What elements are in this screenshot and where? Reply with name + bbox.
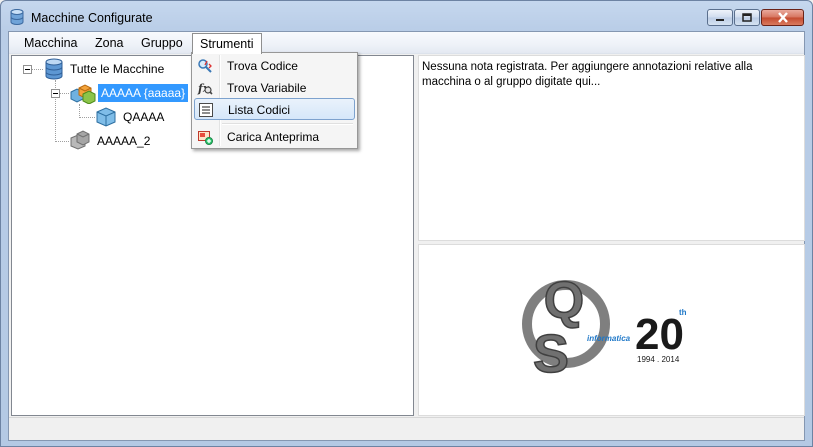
menu-strumenti[interactable]: Strumenti [192,33,262,54]
logo-panel: Q S informatica 20 th 1994 . 2014 [418,244,805,416]
load-preview-icon [198,131,213,145]
tree-qaaaa-label: QAAAA [123,110,165,124]
tree-root-label: Tutte le Macchine [70,62,165,76]
menu-item-trova-codice[interactable]: Trova Codice [194,55,355,77]
maximize-button[interactable] [734,9,760,26]
trova-variabile-label: Trova Variabile [227,81,307,95]
notes-textarea[interactable]: Nessuna nota registrata. Per aggiungere … [418,55,805,241]
strumenti-dropdown: Trova Codice fx Trova Variabile Lista Co… [191,52,358,149]
close-icon [777,12,788,23]
menu-item-trova-variabile[interactable]: fx Trova Variabile [194,77,355,99]
collapse-group-toggle[interactable] [51,89,60,98]
client-area: Macchina Zona Gruppo Strumenti Tutte le … [8,31,805,441]
app-window: Macchine Configurate Macchina Zona Grupp… [0,0,813,447]
logo-suffix: th [679,308,687,317]
logo-brand: informatica [587,334,631,343]
tree-node-qaaaa[interactable]: QAAAA [95,107,167,127]
logo-years: 1994 . 2014 [637,355,680,364]
collapse-root-toggle[interactable] [23,65,32,74]
machine-gray-icon [70,130,90,150]
menu-bar: Macchina Zona Gruppo Strumenti [9,32,804,54]
status-bar [9,417,804,440]
menu-item-lista-codici[interactable]: Lista Codici [194,98,355,120]
minimize-button[interactable] [707,9,733,26]
svg-text:Q: Q [544,272,584,330]
window-title: Macchine Configurate [31,11,153,25]
list-icon [199,103,213,117]
menu-separator [222,123,353,125]
menu-item-carica-anteprima[interactable]: Carica Anteprima [194,126,355,148]
tree-group-label: AAAAA {aaaaa} [98,84,189,102]
logo-anniversary: 20 [635,310,684,359]
notes-text: Nessuna nota registrata. Per aggiungere … [422,61,753,88]
sq-informatica-logo: Q S informatica 20 th 1994 . 2014 [522,271,687,385]
trova-codice-label: Trova Codice [227,59,298,73]
title-bar[interactable]: Macchine Configurate [1,1,812,31]
tree-aaaaa2-label: AAAAA_2 [97,134,151,148]
svg-text:S: S [533,324,569,384]
carica-anteprima-label: Carica Anteprima [227,130,320,144]
menu-zona[interactable]: Zona [88,34,131,52]
lista-codici-label: Lista Codici [228,103,291,117]
minimize-icon [716,18,724,21]
tree-node-group[interactable]: AAAAA {aaaaa} [69,83,189,104]
database-icon [10,9,24,25]
tree-node-root[interactable]: Tutte le Macchine [44,58,167,80]
machine-icon [96,107,116,127]
maximize-icon [742,13,752,22]
tree-node-aaaaa2[interactable]: AAAAA_2 [69,130,153,151]
machine-group-icon [70,84,96,104]
database-icon [45,58,63,80]
find-code-icon [198,59,212,73]
menu-macchina[interactable]: Macchina [17,34,85,52]
find-variable-icon: fx [197,82,213,95]
close-button[interactable] [761,9,804,26]
menu-gruppo[interactable]: Gruppo [134,34,190,52]
